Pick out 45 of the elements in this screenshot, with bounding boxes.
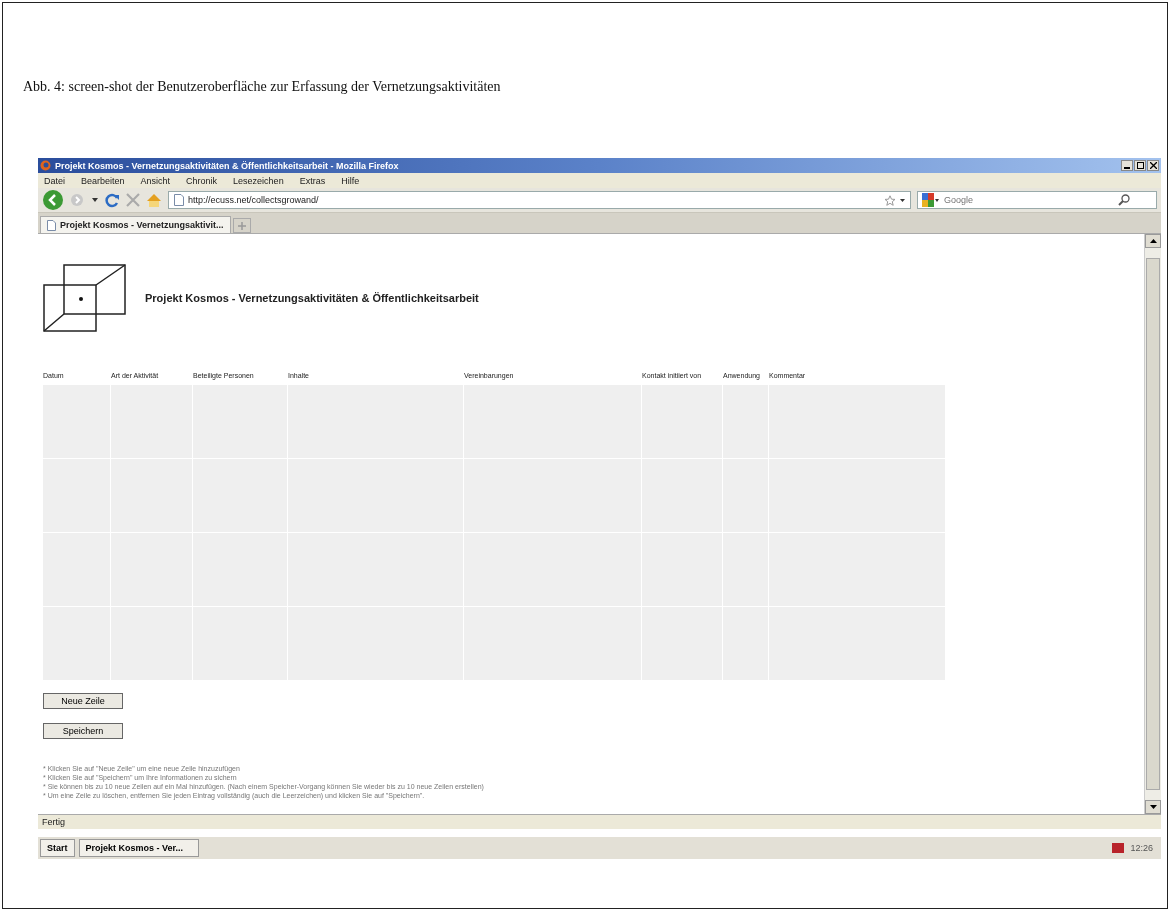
search-field[interactable]: Google: [917, 191, 1157, 209]
taskbar-button[interactable]: Projekt Kosmos - Ver...: [78, 839, 199, 857]
menu-item[interactable]: Lesezeichen: [233, 175, 284, 186]
start-button[interactable]: Start: [40, 839, 75, 857]
search-input[interactable]: Google: [944, 195, 1114, 205]
status-text: Fertig: [42, 817, 65, 827]
plus-icon: [237, 221, 246, 230]
forward-button[interactable]: [70, 193, 86, 207]
home-icon[interactable]: [146, 192, 162, 208]
scroll-up-icon[interactable]: [1149, 239, 1157, 243]
scroll-down-icon[interactable]: [1149, 805, 1157, 809]
minimize-button[interactable]: [1121, 160, 1133, 171]
menu-item[interactable]: Extras: [299, 175, 326, 186]
menu-item[interactable]: Bearbeiten: [81, 175, 125, 186]
search-icon[interactable]: [1118, 194, 1130, 206]
form-button[interactable]: Speichern: [43, 723, 123, 739]
cube-logo-icon: [43, 264, 127, 332]
back-button[interactable]: [42, 189, 64, 211]
browser-tab[interactable]: Projekt Kosmos - Vernetzungsaktivit...: [40, 216, 231, 233]
new-tab-button[interactable]: [232, 218, 251, 233]
maximize-button[interactable]: [1134, 160, 1146, 171]
menu-item[interactable]: Chronik: [186, 175, 218, 186]
clock: 12:26: [1130, 843, 1153, 853]
scrollbar[interactable]: [1144, 234, 1161, 814]
star-icon[interactable]: [884, 194, 896, 206]
close-icon: [1149, 162, 1157, 169]
menu-item[interactable]: Hilfe: [341, 175, 360, 186]
menu-item[interactable]: Ansicht: [140, 175, 171, 186]
address-field[interactable]: http://ecuss.net/collectsgrowand/: [188, 195, 488, 205]
page-heading: Projekt Kosmos - Vernetzungsaktivitäten & Öffentlichkeitsarbeit: [145, 292, 479, 304]
dropdown-arrow-icon[interactable]: [92, 198, 98, 202]
reload-icon[interactable]: [104, 192, 120, 208]
page-icon: [174, 194, 184, 206]
close-button[interactable]: [1147, 160, 1159, 171]
menu-item[interactable]: Datei: [44, 175, 65, 186]
maximize-icon: [1136, 162, 1144, 169]
dropdown-arrow-icon[interactable]: [900, 198, 905, 202]
figure-caption: Abb. 4: screen-shot der Benutzeroberfläche zur Erfassung der Vernetzungsaktivitäten: [23, 79, 502, 95]
browser-icon: [40, 160, 51, 171]
search-engine-icon[interactable]: [922, 193, 940, 207]
form-button[interactable]: Neue Zeile: [43, 693, 123, 709]
window-title: Projekt Kosmos - Vernetzungsaktivitäten & Öffentlichkeitsarbeit - Mozilla Firefox: [55, 160, 399, 171]
tray-icon: [1112, 843, 1125, 853]
stop-icon[interactable]: [126, 193, 140, 207]
page-icon: [47, 219, 56, 231]
